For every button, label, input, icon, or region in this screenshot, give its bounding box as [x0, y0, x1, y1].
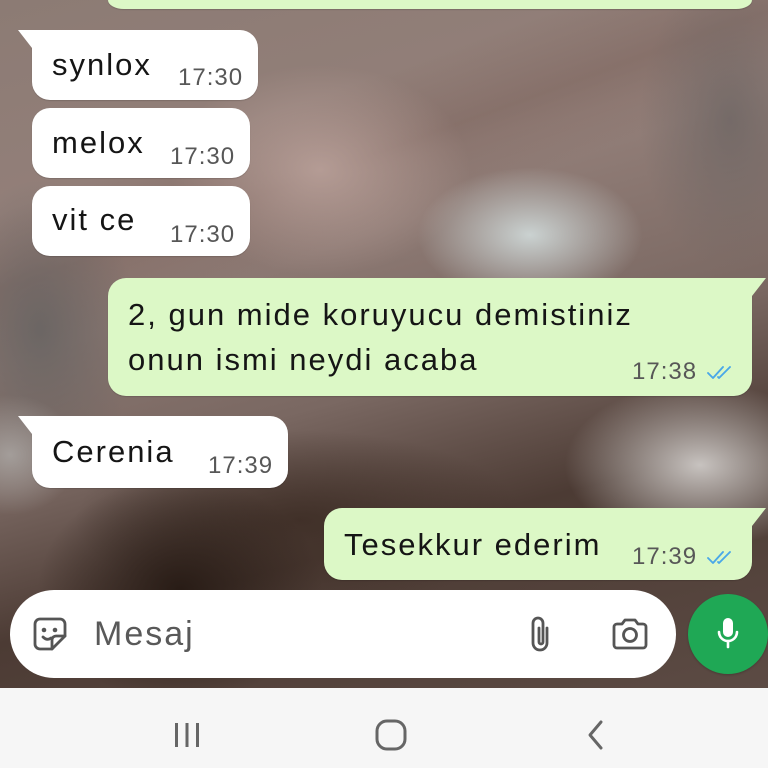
mic-icon — [717, 618, 739, 649]
back-button[interactable] — [556, 702, 636, 768]
message-text: synlox — [52, 47, 152, 82]
outgoing-message-bubble[interactable]: Tesekkur ederim 17:39 — [324, 508, 766, 580]
double-check-read-icon — [707, 366, 731, 379]
message-text: melox — [52, 125, 145, 160]
outgoing-message-bubble-partial[interactable] — [108, 0, 752, 9]
outgoing-message-bubble[interactable]: 2, gun mide koruyucu demistiniz onun ism… — [108, 278, 766, 396]
message-text: Cerenia — [52, 434, 175, 469]
system-nav-bar — [0, 688, 768, 768]
paperclip-icon[interactable] — [528, 614, 552, 654]
recent-apps-icon — [175, 723, 199, 747]
message-text: 2, gun mide koruyucu demistiniz onun ism… — [128, 297, 633, 377]
bubble-tail — [18, 416, 32, 434]
home-button[interactable] — [351, 702, 431, 768]
camera-icon[interactable] — [610, 617, 650, 651]
message-input[interactable] — [94, 604, 504, 664]
message-composer — [10, 590, 676, 678]
bubble-tail — [18, 30, 32, 48]
sticker-icon[interactable] — [32, 616, 68, 652]
back-icon — [588, 720, 603, 750]
incoming-message-bubble[interactable]: vit ce 17:30 — [32, 186, 250, 256]
message-text: vit ce — [52, 202, 137, 237]
recent-apps-button[interactable] — [147, 702, 227, 768]
message-time: 17:30 — [170, 143, 236, 170]
message-time: 17:39 — [632, 543, 698, 570]
incoming-message-bubble[interactable]: synlox 17:30 — [18, 30, 258, 100]
message-time: 17:30 — [178, 64, 244, 91]
message-time: 17:39 — [208, 452, 274, 479]
incoming-message-bubble[interactable]: melox 17:30 — [32, 108, 250, 178]
message-text: Tesekkur ederim — [344, 527, 602, 562]
chat-screen: synlox 17:30 melox 17:30 vit ce 17:30 2,… — [0, 0, 768, 768]
incoming-message-bubble[interactable]: Cerenia 17:39 — [18, 416, 288, 488]
message-time: 17:30 — [170, 221, 236, 248]
voice-record-button[interactable] — [688, 594, 768, 674]
double-check-read-icon — [707, 551, 731, 564]
message-time: 17:38 — [632, 358, 698, 385]
bubble-tail — [752, 508, 766, 526]
home-icon — [375, 719, 407, 751]
bubble-tail — [752, 278, 766, 296]
